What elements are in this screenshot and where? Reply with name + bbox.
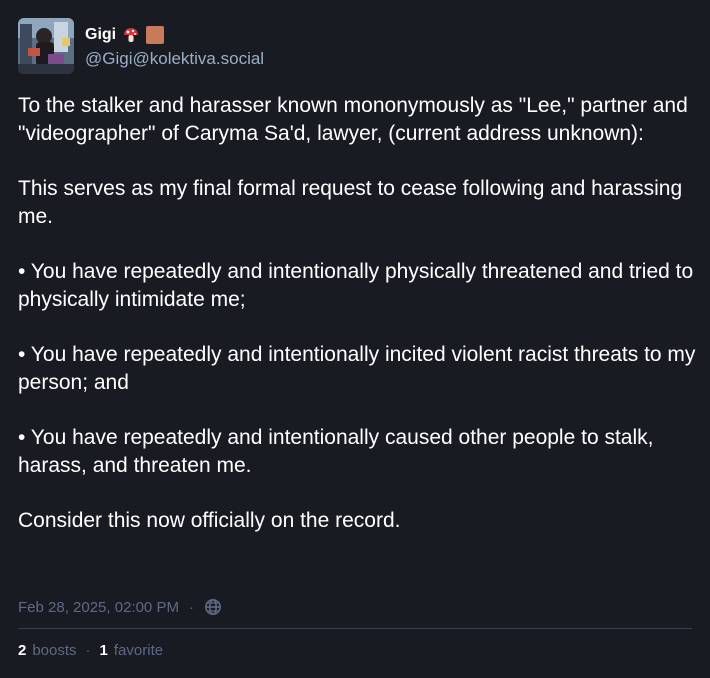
favorites-count[interactable]: 1: [100, 642, 108, 659]
display-name-row: Gigi: [85, 24, 264, 46]
author-names: Gigi @Gigi@kolektiva.social: [85, 24, 264, 69]
paragraph-request: This serves as my final formal request t…: [18, 177, 683, 228]
display-name[interactable]: Gigi: [85, 26, 116, 44]
paragraph-salutation: To the stalker and harasser known monony…: [18, 94, 688, 145]
globe-icon: [204, 598, 222, 616]
paragraph-bullet-threats: • You have repeatedly and intentionally …: [18, 260, 694, 311]
avatar-image: [18, 18, 74, 74]
post-header: Gigi @Gigi@kolektiva.social: [18, 18, 264, 74]
paragraph-closing: Consider this now officially on the reco…: [18, 509, 401, 532]
post-timestamp[interactable]: Feb 28, 2025, 02:00 PM: [18, 599, 179, 616]
paragraph-bullet-incited: • You have repeatedly and intentionally …: [18, 343, 696, 394]
boosts-count[interactable]: 2: [18, 642, 26, 659]
meta-separator: ·: [188, 598, 194, 616]
post-meta: Feb 28, 2025, 02:00 PM ·: [18, 596, 222, 618]
favorites-label[interactable]: favorite: [114, 642, 163, 659]
orange-square-emoji-icon: [146, 25, 165, 44]
post-stats: 2 boosts · 1 favorite: [18, 639, 163, 661]
status-post: Gigi @Gigi@kolektiva.social To the stalk…: [0, 0, 710, 678]
avatar[interactable]: [18, 18, 74, 74]
boosts-label[interactable]: boosts: [32, 642, 76, 659]
paragraph-bullet-stalk: • You have repeatedly and intentionally …: [18, 426, 654, 477]
post-content: To the stalker and harasser known monony…: [18, 92, 698, 562]
account-handle[interactable]: @Gigi@kolektiva.social: [85, 49, 264, 69]
stats-separator: ·: [85, 641, 91, 659]
mushroom-emoji-icon: [122, 26, 140, 44]
divider: [18, 628, 692, 629]
